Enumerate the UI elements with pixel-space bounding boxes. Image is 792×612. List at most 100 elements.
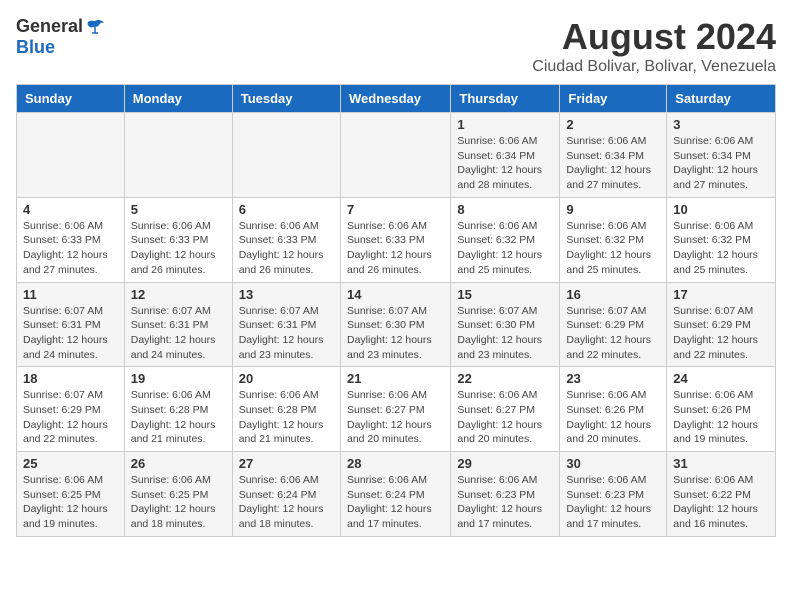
- day-info: Sunrise: 6:06 AM Sunset: 6:32 PM Dayligh…: [673, 219, 769, 278]
- calendar-day-cell: 23 Sunrise: 6:06 AM Sunset: 6:26 PM Dayli…: [560, 367, 667, 452]
- day-number: 24: [673, 371, 769, 386]
- weekday-header-wednesday: Wednesday: [340, 85, 450, 113]
- day-info: Sunrise: 6:06 AM Sunset: 6:27 PM Dayligh…: [457, 388, 553, 447]
- day-number: 29: [457, 456, 553, 471]
- calendar-day-cell: 30Sunrise: 6:06 AM Sunset: 6:23 PM Dayli…: [560, 452, 667, 537]
- day-number: 23: [566, 371, 660, 386]
- logo-bird-icon: [85, 19, 105, 35]
- day-number: 18: [23, 371, 118, 386]
- calendar-day-cell: 17 Sunrise: 6:07 AM Sunset: 6:29 PM Dayli…: [667, 282, 776, 367]
- day-number: 15: [457, 287, 553, 302]
- calendar-week-row: 1Sunrise: 6:06 AM Sunset: 6:34 PM Daylig…: [17, 113, 776, 198]
- calendar-day-cell: 31 Sunrise: 6:06 AM Sunset: 6:22 PM Dayli…: [667, 452, 776, 537]
- calendar-day-cell: 21 Sunrise: 6:06 AM Sunset: 6:27 PM Dayli…: [340, 367, 450, 452]
- calendar-day-cell: 13 Sunrise: 6:07 AM Sunset: 6:31 PM Dayli…: [232, 282, 340, 367]
- day-number: 10: [673, 202, 769, 217]
- logo-blue-text: Blue: [16, 37, 55, 58]
- day-info: Sunrise: 6:06 AM Sunset: 6:34 PM Dayligh…: [457, 134, 553, 193]
- day-number: 2: [566, 117, 660, 132]
- calendar-day-cell: 6 Sunrise: 6:06 AM Sunset: 6:33 PM Daylig…: [232, 197, 340, 282]
- day-info: Sunrise: 6:06 AM Sunset: 6:33 PM Dayligh…: [347, 219, 444, 278]
- day-info: Sunrise: 6:07 AM Sunset: 6:31 PM Dayligh…: [239, 304, 334, 363]
- day-number: 3: [673, 117, 769, 132]
- header: General Blue August 2024 Ciudad Bolivar,…: [16, 16, 776, 76]
- calendar-day-cell: 28 Sunrise: 6:06 AM Sunset: 6:24 PM Dayli…: [340, 452, 450, 537]
- weekday-header-row: SundayMondayTuesdayWednesdayThursdayFrid…: [17, 85, 776, 113]
- day-info: Sunrise: 6:06 AM Sunset: 6:28 PM Dayligh…: [131, 388, 226, 447]
- day-info: Sunrise: 6:07 AM Sunset: 6:29 PM Dayligh…: [566, 304, 660, 363]
- calendar-day-cell: 29Sunrise: 6:06 AM Sunset: 6:23 PM Dayli…: [451, 452, 560, 537]
- day-number: 22: [457, 371, 553, 386]
- day-number: 31: [673, 456, 769, 471]
- day-info: Sunrise: 6:06 AM Sunset: 6:22 PM Dayligh…: [673, 473, 769, 532]
- day-info: Sunrise: 6:06 AM Sunset: 6:27 PM Dayligh…: [347, 388, 444, 447]
- calendar-day-cell: 5 Sunrise: 6:06 AM Sunset: 6:33 PM Daylig…: [124, 197, 232, 282]
- weekday-header-saturday: Saturday: [667, 85, 776, 113]
- day-number: 8: [457, 202, 553, 217]
- day-number: 14: [347, 287, 444, 302]
- day-number: 4: [23, 202, 118, 217]
- title-area: August 2024 Ciudad Bolivar, Bolivar, Ven…: [532, 16, 776, 76]
- day-number: 11: [23, 287, 118, 302]
- calendar-day-cell: 3Sunrise: 6:06 AM Sunset: 6:34 PM Daylig…: [667, 113, 776, 198]
- calendar-week-row: 4 Sunrise: 6:06 AM Sunset: 6:33 PM Daylig…: [17, 197, 776, 282]
- page-subtitle: Ciudad Bolivar, Bolivar, Venezuela: [532, 58, 776, 76]
- empty-calendar-cell: [17, 113, 125, 198]
- day-number: 21: [347, 371, 444, 386]
- day-info: Sunrise: 6:07 AM Sunset: 6:30 PM Dayligh…: [347, 304, 444, 363]
- day-info: Sunrise: 6:06 AM Sunset: 6:32 PM Dayligh…: [566, 219, 660, 278]
- calendar-day-cell: 9 Sunrise: 6:06 AM Sunset: 6:32 PM Daylig…: [560, 197, 667, 282]
- day-info: Sunrise: 6:06 AM Sunset: 6:33 PM Dayligh…: [239, 219, 334, 278]
- calendar-week-row: 11 Sunrise: 6:07 AM Sunset: 6:31 PM Dayli…: [17, 282, 776, 367]
- day-info: Sunrise: 6:06 AM Sunset: 6:26 PM Dayligh…: [566, 388, 660, 447]
- page-title: August 2024: [532, 16, 776, 58]
- logo-general-text: General: [16, 16, 83, 37]
- weekday-header-tuesday: Tuesday: [232, 85, 340, 113]
- day-number: 27: [239, 456, 334, 471]
- calendar-week-row: 25Sunrise: 6:06 AM Sunset: 6:25 PM Dayli…: [17, 452, 776, 537]
- day-info: Sunrise: 6:06 AM Sunset: 6:24 PM Dayligh…: [347, 473, 444, 532]
- weekday-header-friday: Friday: [560, 85, 667, 113]
- day-number: 20: [239, 371, 334, 386]
- logo: General Blue: [16, 16, 105, 58]
- weekday-header-monday: Monday: [124, 85, 232, 113]
- day-info: Sunrise: 6:06 AM Sunset: 6:23 PM Dayligh…: [566, 473, 660, 532]
- calendar-day-cell: 25Sunrise: 6:06 AM Sunset: 6:25 PM Dayli…: [17, 452, 125, 537]
- day-number: 9: [566, 202, 660, 217]
- calendar-week-row: 18Sunrise: 6:07 AM Sunset: 6:29 PM Dayli…: [17, 367, 776, 452]
- day-number: 28: [347, 456, 444, 471]
- day-number: 5: [131, 202, 226, 217]
- calendar-table: SundayMondayTuesdayWednesdayThursdayFrid…: [16, 84, 776, 537]
- calendar-day-cell: 11 Sunrise: 6:07 AM Sunset: 6:31 PM Dayli…: [17, 282, 125, 367]
- calendar-day-cell: 24Sunrise: 6:06 AM Sunset: 6:26 PM Dayli…: [667, 367, 776, 452]
- day-info: Sunrise: 6:07 AM Sunset: 6:31 PM Dayligh…: [23, 304, 118, 363]
- day-info: Sunrise: 6:06 AM Sunset: 6:34 PM Dayligh…: [566, 134, 660, 193]
- day-number: 6: [239, 202, 334, 217]
- day-number: 7: [347, 202, 444, 217]
- day-info: Sunrise: 6:07 AM Sunset: 6:31 PM Dayligh…: [131, 304, 226, 363]
- day-info: Sunrise: 6:07 AM Sunset: 6:29 PM Dayligh…: [673, 304, 769, 363]
- calendar-day-cell: 1Sunrise: 6:06 AM Sunset: 6:34 PM Daylig…: [451, 113, 560, 198]
- day-info: Sunrise: 6:06 AM Sunset: 6:25 PM Dayligh…: [131, 473, 226, 532]
- calendar-day-cell: 20Sunrise: 6:06 AM Sunset: 6:28 PM Dayli…: [232, 367, 340, 452]
- calendar-day-cell: 18Sunrise: 6:07 AM Sunset: 6:29 PM Dayli…: [17, 367, 125, 452]
- weekday-header-sunday: Sunday: [17, 85, 125, 113]
- calendar-day-cell: 7 Sunrise: 6:06 AM Sunset: 6:33 PM Daylig…: [340, 197, 450, 282]
- day-info: Sunrise: 6:06 AM Sunset: 6:25 PM Dayligh…: [23, 473, 118, 532]
- calendar-day-cell: 15 Sunrise: 6:07 AM Sunset: 6:30 PM Dayli…: [451, 282, 560, 367]
- empty-calendar-cell: [232, 113, 340, 198]
- day-number: 17: [673, 287, 769, 302]
- day-number: 13: [239, 287, 334, 302]
- day-info: Sunrise: 6:06 AM Sunset: 6:33 PM Dayligh…: [131, 219, 226, 278]
- day-info: Sunrise: 6:06 AM Sunset: 6:32 PM Dayligh…: [457, 219, 553, 278]
- day-info: Sunrise: 6:07 AM Sunset: 6:30 PM Dayligh…: [457, 304, 553, 363]
- calendar-day-cell: 16Sunrise: 6:07 AM Sunset: 6:29 PM Dayli…: [560, 282, 667, 367]
- calendar-day-cell: 4Sunrise: 6:06 AM Sunset: 6:33 PM Daylig…: [17, 197, 125, 282]
- calendar-day-cell: 26Sunrise: 6:06 AM Sunset: 6:25 PM Dayli…: [124, 452, 232, 537]
- weekday-header-thursday: Thursday: [451, 85, 560, 113]
- calendar-day-cell: 19Sunrise: 6:06 AM Sunset: 6:28 PM Dayli…: [124, 367, 232, 452]
- empty-calendar-cell: [124, 113, 232, 198]
- empty-calendar-cell: [340, 113, 450, 198]
- calendar-day-cell: 10 Sunrise: 6:06 AM Sunset: 6:32 PM Dayli…: [667, 197, 776, 282]
- calendar-day-cell: 27Sunrise: 6:06 AM Sunset: 6:24 PM Dayli…: [232, 452, 340, 537]
